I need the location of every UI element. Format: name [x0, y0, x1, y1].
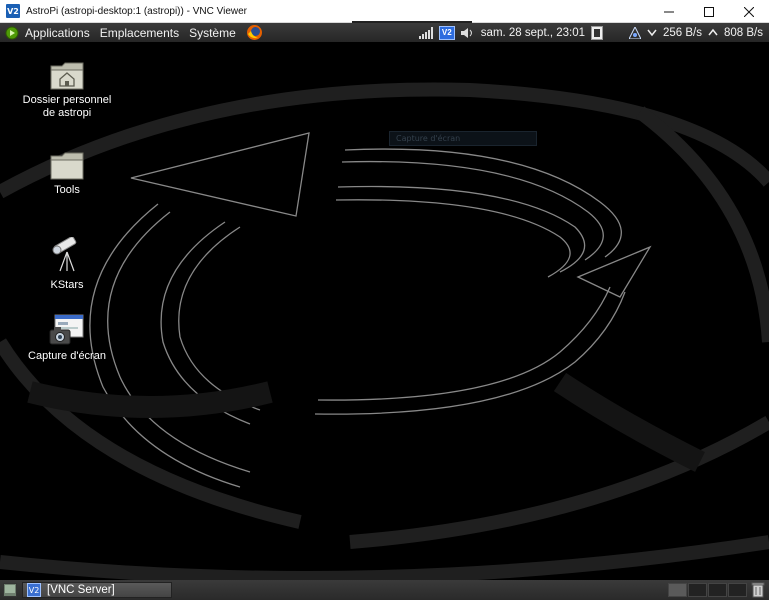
volume-icon[interactable] — [460, 27, 475, 39]
minimize-icon — [664, 11, 674, 12]
desktop-icon-kstars[interactable]: KStars — [17, 237, 117, 292]
workspace-2[interactable] — [688, 583, 707, 597]
top-panel: Applications Emplacements Système V2 sam… — [0, 23, 769, 42]
minimize-button[interactable] — [649, 0, 689, 23]
trash-icon[interactable] — [751, 582, 765, 598]
desktop-icon-label: KStars — [50, 279, 84, 291]
workspace-1[interactable] — [668, 583, 687, 597]
window-title-bar[interactable]: V2 AstroPi (astropi-desktop:1 (astropi))… — [0, 0, 769, 23]
screenshot-icon — [49, 314, 84, 345]
ghost-window-label: Capture d'écran — [396, 134, 461, 143]
workspace-switcher[interactable] — [668, 583, 747, 597]
svg-text:V2: V2 — [29, 586, 40, 595]
menu-systeme[interactable]: Système — [189, 26, 236, 40]
download-rate: 256 B/s — [663, 26, 702, 39]
taskbar-vnc-server[interactable]: V2 [VNC Server] — [22, 582, 172, 598]
close-button[interactable] — [729, 0, 769, 23]
firefox-icon[interactable] — [246, 24, 263, 41]
workspace-3[interactable] — [708, 583, 727, 597]
download-arrow-icon — [647, 29, 657, 36]
desktop-icon-screenshot[interactable]: Capture d'écran — [17, 314, 117, 363]
maximize-icon — [704, 6, 714, 17]
ubuntu-mate-wallpaper — [0, 82, 769, 580]
show-desktop-icon[interactable] — [3, 583, 17, 597]
taskbar-label: [VNC Server] — [47, 584, 115, 596]
desktop-icon-tools[interactable]: Tools — [17, 150, 117, 197]
vnc-viewer-icon: V2 — [6, 4, 20, 18]
notes-icon[interactable] — [591, 25, 603, 40]
home-folder-icon — [50, 62, 84, 90]
signal-strength-icon[interactable] — [418, 26, 433, 39]
menu-applications[interactable]: Applications — [25, 26, 90, 40]
desktop-icon-label: Capture d'écran — [28, 350, 106, 362]
ghost-window: Capture d'écran — [389, 131, 537, 146]
clock[interactable]: sam. 28 sept., 23:01 — [481, 27, 585, 39]
folder-icon — [50, 152, 84, 180]
gnome-foot-icon[interactable] — [5, 26, 19, 40]
desktop-icon-label: Tools — [54, 184, 80, 196]
desktop-icon-label: Dossier personnel de astropi — [22, 94, 112, 119]
upload-rate: 808 B/s — [724, 26, 763, 39]
desktop-icon-home[interactable]: Dossier personnel de astropi — [17, 60, 117, 120]
vnc-server-icon: V2 — [27, 583, 41, 597]
upload-arrow-icon — [708, 28, 718, 35]
window-title: AstroPi (astropi-desktop:1 (astropi)) - … — [26, 5, 247, 17]
maximize-button[interactable] — [689, 0, 729, 23]
close-icon — [744, 6, 754, 17]
network-icon[interactable] — [629, 26, 641, 39]
bottom-panel: V2 [VNC Server] — [0, 580, 769, 600]
workspace-4[interactable] — [728, 583, 747, 597]
telescope-icon — [52, 237, 77, 272]
desktop[interactable]: Capture d'écran Dossier personnel de ast… — [0, 42, 769, 580]
vnc-tray-icon[interactable]: V2 — [438, 25, 455, 40]
menu-emplacements[interactable]: Emplacements — [100, 26, 179, 40]
